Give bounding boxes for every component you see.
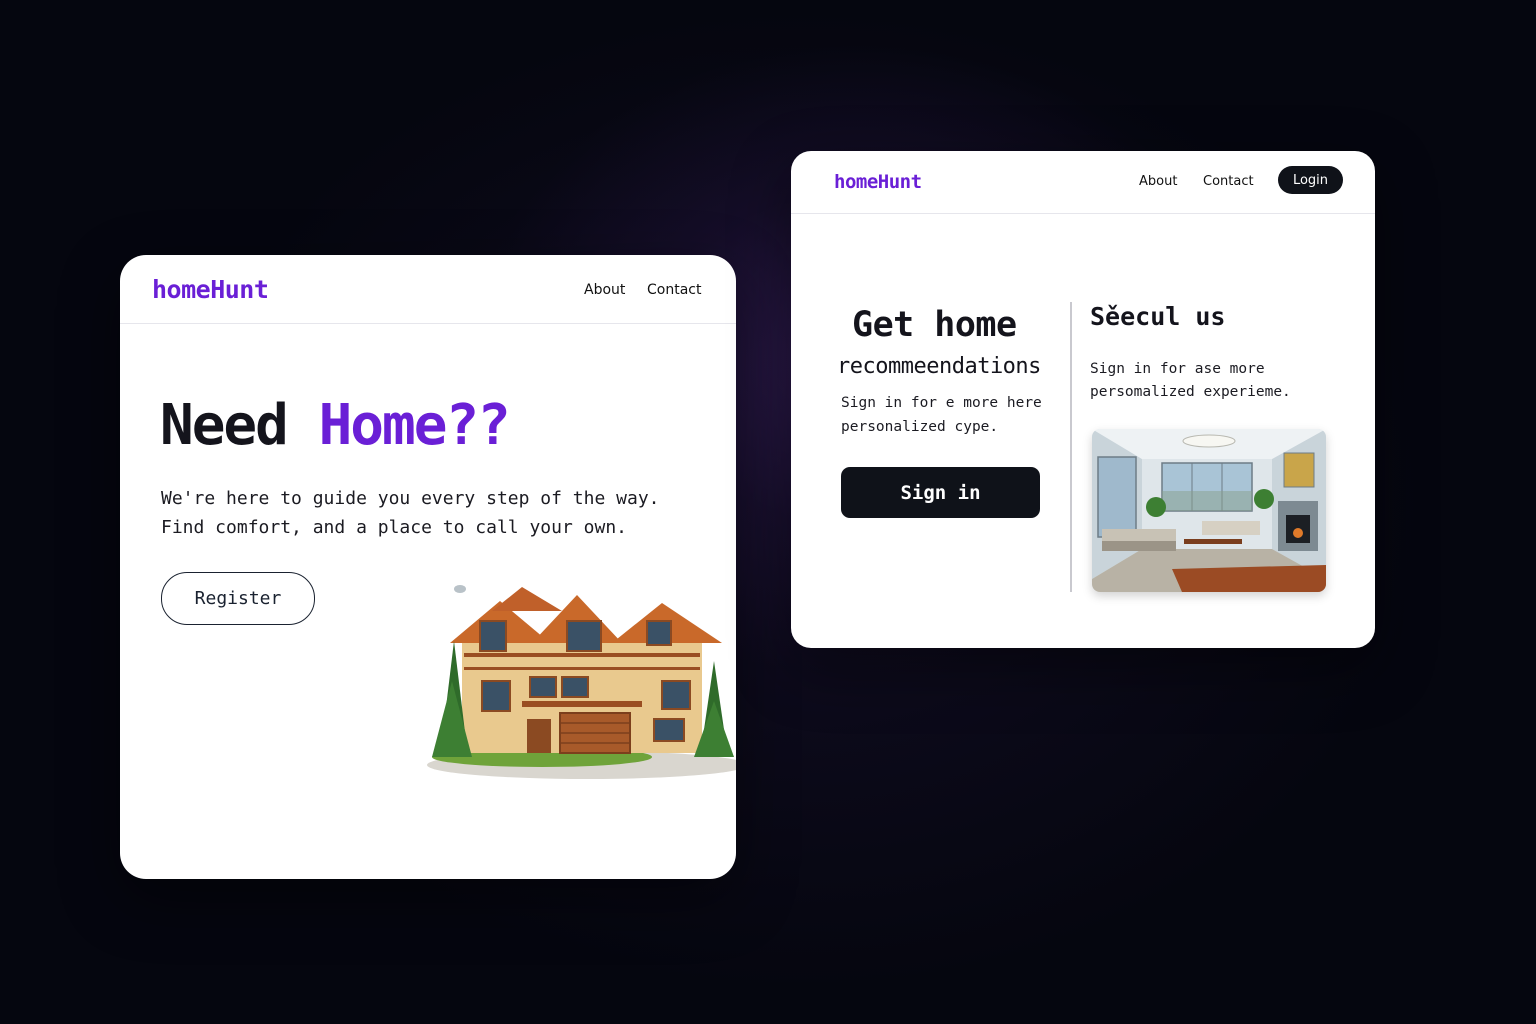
login-button[interactable]: Login <box>1278 166 1343 194</box>
brand-logo[interactable]: homeHunt <box>834 171 922 193</box>
nav-contact-link[interactable]: Contact <box>1203 174 1254 189</box>
recommendations-subtitle-line2: personalized cype. <box>841 419 999 435</box>
secondary-subtitle-line1: Sign in for ase more <box>1090 361 1265 377</box>
vertical-divider <box>1070 302 1072 592</box>
house-illustration <box>427 585 736 779</box>
landing-card: homeHunt About Contact Need Home?? We're… <box>120 255 736 879</box>
navbar: homeHunt About Contact Login <box>791 151 1375 214</box>
brand-logo[interactable]: homeHunt <box>152 275 269 304</box>
hero-title-part1: Need <box>160 393 319 458</box>
recommendations-subtitle: Sign in for e more here personalized cyp… <box>841 391 1042 439</box>
hero-subtitle-line2: Find comfort, and a place to call your o… <box>161 517 627 538</box>
secondary-subtitle: Sign in for ase more persomalized experi… <box>1090 358 1291 404</box>
hero-title-accent: Home?? <box>318 393 511 458</box>
signin-card: homeHunt About Contact Login Get home re… <box>791 151 1375 648</box>
sign-in-button[interactable]: Sign in <box>841 467 1040 518</box>
recommendations-title-line2: recommeendations <box>837 354 1041 379</box>
register-button[interactable]: Register <box>161 572 315 625</box>
recommendations-subtitle-line1: Sign in for e more here <box>841 395 1042 411</box>
navbar: homeHunt About Contact <box>120 255 736 324</box>
recommendations-title: Get home <box>852 305 1017 345</box>
hero-subtitle: We're here to guide you every step of th… <box>161 484 660 542</box>
living-room-image <box>1092 429 1326 592</box>
nav-about-link[interactable]: About <box>1139 174 1177 189</box>
hero-title: Need Home?? <box>160 393 511 458</box>
hero-subtitle-line1: We're here to guide you every step of th… <box>161 488 660 509</box>
secondary-subtitle-line2: persomalized experieme. <box>1090 384 1291 400</box>
secondary-title: Sěecul us <box>1090 302 1226 331</box>
nav-about-link[interactable]: About <box>584 282 625 298</box>
nav-contact-link[interactable]: Contact <box>647 282 701 298</box>
